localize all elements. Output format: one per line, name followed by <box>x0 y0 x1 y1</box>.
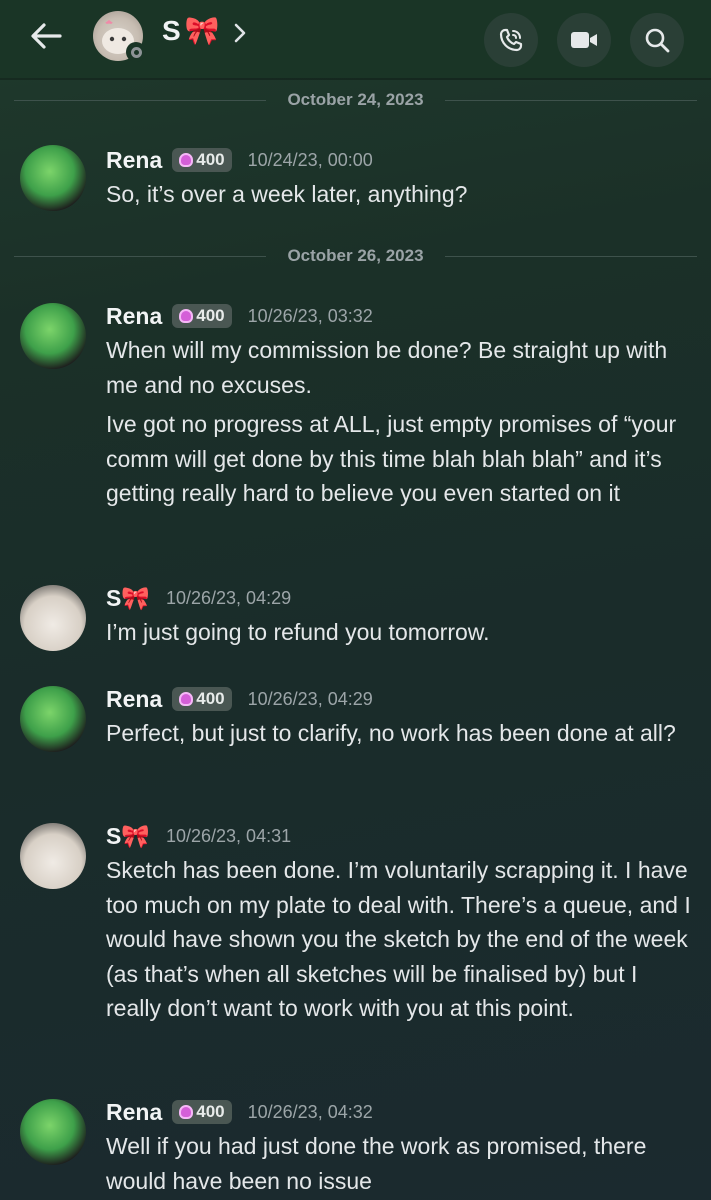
message-header: S🎀 10/26/23, 04:31 <box>106 821 291 851</box>
user-avatar[interactable] <box>20 823 86 889</box>
gem-icon <box>179 309 194 323</box>
search-button[interactable] <box>630 13 684 67</box>
message-header: Rena 400 10/24/23, 00:00 <box>106 145 373 175</box>
author-name[interactable]: Rena <box>106 303 162 330</box>
message-text[interactable]: When will my commission be done? Be stra… <box>106 333 696 402</box>
guild-tag-badge[interactable]: 400 <box>172 304 232 328</box>
author-name[interactable]: S🎀 <box>106 585 150 612</box>
message-header: Rena 400 10/26/23, 04:32 <box>106 1097 373 1127</box>
message-header: S🎀 10/26/23, 04:29 <box>106 583 291 613</box>
timestamp: 10/24/23, 00:00 <box>247 149 373 170</box>
user-avatar[interactable] <box>20 145 86 211</box>
gem-icon <box>179 153 194 167</box>
gem-icon <box>179 1105 194 1119</box>
voice-call-button[interactable] <box>484 13 538 67</box>
date-divider-label: October 24, 2023 <box>287 90 424 109</box>
guild-tag-badge[interactable]: 400 <box>172 1100 232 1124</box>
timestamp: 10/26/23, 03:32 <box>247 305 373 326</box>
message-text[interactable]: Perfect, but just to clarify, no work ha… <box>106 716 696 751</box>
author-name[interactable]: S🎀 <box>106 823 150 850</box>
video-call-button[interactable] <box>557 13 611 67</box>
timestamp: 10/26/23, 04:29 <box>165 587 292 608</box>
guild-tag-badge[interactable]: 400 <box>172 148 232 172</box>
date-divider-label: October 26, 2023 <box>287 246 424 265</box>
chevron-right-icon[interactable] <box>233 22 247 49</box>
search-icon <box>645 28 670 53</box>
user-avatar[interactable] <box>20 585 86 651</box>
message-text[interactable]: I’m just going to refund you tomorrow. <box>106 615 696 650</box>
message-text[interactable]: Ive got no progress at ALL, just empty p… <box>106 407 696 511</box>
gem-icon <box>179 692 194 706</box>
message-header: Rena 400 10/26/23, 04:29 <box>106 684 373 714</box>
back-arrow-icon[interactable] <box>28 20 64 52</box>
video-camera-icon <box>571 32 597 48</box>
message-text[interactable]: Well if you had just done the work as pr… <box>106 1129 696 1198</box>
timestamp: 10/26/23, 04:31 <box>165 825 292 846</box>
date-divider: October 26, 2023 <box>14 246 697 266</box>
author-name[interactable]: Rena <box>106 1099 162 1126</box>
user-avatar[interactable] <box>20 686 86 752</box>
offline-status-icon <box>126 42 146 62</box>
timestamp: 10/26/23, 04:32 <box>247 1101 373 1122</box>
user-avatar[interactable] <box>20 303 86 369</box>
timestamp: 10/26/23, 04:29 <box>247 688 373 709</box>
date-divider: October 24, 2023 <box>14 90 697 110</box>
author-name[interactable]: Rena <box>106 147 162 174</box>
message-header: Rena 400 10/26/23, 03:32 <box>106 301 373 331</box>
message-text[interactable]: Sketch has been done. I’m voluntarily sc… <box>106 853 696 1026</box>
user-avatar[interactable] <box>20 1099 86 1165</box>
message-text[interactable]: So, it’s over a week later, anything? <box>106 177 696 212</box>
phone-icon <box>499 28 523 52</box>
author-name[interactable]: Rena <box>106 686 162 713</box>
chat-header: S 🎀 <box>0 0 711 78</box>
contact-name[interactable]: S 🎀 <box>162 14 220 47</box>
guild-tag-badge[interactable]: 400 <box>172 687 232 711</box>
